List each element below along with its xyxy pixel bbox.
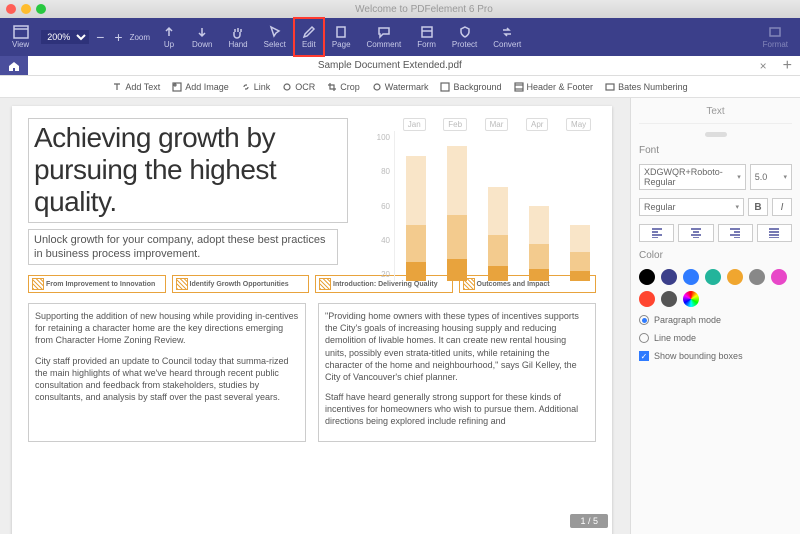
checkbox-icon: ✓ (639, 351, 649, 361)
color-picker-swatch[interactable] (683, 291, 699, 307)
add-text-button[interactable]: Add Text (112, 82, 160, 92)
home-tab[interactable] (0, 56, 28, 75)
window-title: Welcome to PDFelement 6 Pro (54, 4, 794, 15)
chart-month-label: Apr (526, 118, 548, 131)
form-button[interactable]: Form (409, 18, 444, 56)
color-swatch[interactable] (661, 291, 677, 307)
select-button[interactable]: Select (256, 18, 294, 56)
chart-bar (570, 225, 590, 281)
edit-button[interactable]: Edit (294, 18, 324, 56)
align-justify-button[interactable] (757, 224, 792, 242)
chart-month-label: Jan (403, 118, 426, 131)
chart-month-label: May (566, 118, 591, 131)
close-tab-button[interactable]: × (752, 59, 775, 73)
inspector-panel: Text Font XDGWQR+Roboto-Regular 5.0 Regu… (630, 98, 800, 534)
paragraph-mode-radio[interactable]: Paragraph mode (639, 315, 792, 325)
radio-icon (639, 333, 649, 343)
window-titlebar: Welcome to PDFelement 6 Pro (0, 0, 800, 18)
zoom-group: 200% − + Zoom (37, 18, 154, 56)
format-button[interactable]: Format (755, 18, 796, 56)
document-canvas[interactable]: Achieving growth by pursuing the highest… (0, 98, 630, 534)
column-2[interactable]: "Providing home owners with these types … (318, 303, 596, 442)
column-1[interactable]: Supporting the addition of new housing w… (28, 303, 306, 442)
page-indicator: 1 / 5 (570, 514, 608, 528)
ocr-button[interactable]: OCR (282, 82, 315, 92)
font-family-select[interactable]: XDGWQR+Roboto-Regular (639, 164, 746, 190)
align-center-button[interactable] (678, 224, 713, 242)
section-tab[interactable]: From Improvement to Innovation (28, 275, 166, 293)
section-tab[interactable]: Identify Growth Opportunities (172, 275, 310, 293)
zoom-label: Zoom (130, 31, 150, 44)
color-swatch[interactable] (727, 269, 743, 285)
add-tab-button[interactable]: + (775, 57, 800, 75)
color-swatches (639, 269, 792, 307)
down-button[interactable]: Down (184, 18, 220, 56)
close-window-button[interactable] (6, 4, 16, 14)
chart-month-label: Feb (443, 118, 467, 131)
color-swatch[interactable] (771, 269, 787, 285)
view-button[interactable]: View (4, 18, 37, 56)
header-footer-button[interactable]: Header & Footer (514, 82, 594, 92)
traffic-lights (6, 4, 46, 14)
color-swatch[interactable] (639, 291, 655, 307)
color-swatch[interactable] (661, 269, 677, 285)
page-button[interactable]: Page (324, 18, 359, 56)
pdf-page: Achieving growth by pursuing the highest… (12, 106, 612, 534)
color-swatch[interactable] (705, 269, 721, 285)
add-image-button[interactable]: Add Image (172, 82, 229, 92)
chart-bar (447, 146, 467, 281)
fullscreen-window-button[interactable] (36, 4, 46, 14)
chart-bar (488, 187, 508, 281)
edit-subtoolbar: Add Text Add Image Link OCR Crop Waterma… (0, 76, 800, 98)
radio-icon (639, 315, 649, 325)
italic-button[interactable]: I (772, 198, 792, 216)
chart-month-label: Mar (485, 118, 509, 131)
background-button[interactable]: Background (440, 82, 501, 92)
color-swatch[interactable] (683, 269, 699, 285)
document-tab[interactable]: Sample Document Extended.pdf (28, 60, 752, 71)
minimize-window-button[interactable] (21, 4, 31, 14)
main-toolbar: View 200% − + Zoom Up Down Hand Select E… (0, 18, 800, 56)
convert-button[interactable]: Convert (485, 18, 529, 56)
heading-text-box[interactable]: Achieving growth by pursuing the highest… (28, 118, 348, 223)
color-swatch[interactable] (639, 269, 655, 285)
inspector-title: Text (639, 106, 792, 124)
inspector-handle[interactable] (705, 132, 727, 137)
color-section-label: Color (639, 250, 792, 261)
color-swatch[interactable] (749, 269, 765, 285)
zoom-in-button[interactable]: + (111, 29, 125, 45)
font-style-select[interactable]: Regular (639, 198, 744, 216)
up-button[interactable]: Up (154, 18, 184, 56)
zoom-out-button[interactable]: − (93, 29, 107, 45)
bold-button[interactable]: B (748, 198, 768, 216)
font-size-select[interactable]: 5.0 (750, 164, 792, 190)
bates-numbering-button[interactable]: Bates Numbering (605, 82, 688, 92)
subhead-text-box[interactable]: Unlock growth for your company, adopt th… (28, 229, 338, 266)
chart-bar (406, 156, 426, 281)
chart-bar (529, 206, 549, 281)
align-left-button[interactable] (639, 224, 674, 242)
link-button[interactable]: Link (241, 82, 271, 92)
line-mode-radio[interactable]: Line mode (639, 333, 792, 343)
align-right-button[interactable] (718, 224, 753, 242)
tab-bar: Sample Document Extended.pdf × + (0, 56, 800, 76)
comment-button[interactable]: Comment (359, 18, 410, 56)
font-section-label: Font (639, 145, 792, 156)
watermark-button[interactable]: Watermark (372, 82, 429, 92)
show-bounding-boxes-checkbox[interactable]: ✓Show bounding boxes (639, 351, 792, 361)
hand-button[interactable]: Hand (220, 18, 255, 56)
protect-button[interactable]: Protect (444, 18, 485, 56)
bar-chart: JanFebMarAprMay 10080604020 (370, 118, 600, 298)
zoom-select[interactable]: 200% (41, 30, 89, 44)
crop-button[interactable]: Crop (327, 82, 360, 92)
